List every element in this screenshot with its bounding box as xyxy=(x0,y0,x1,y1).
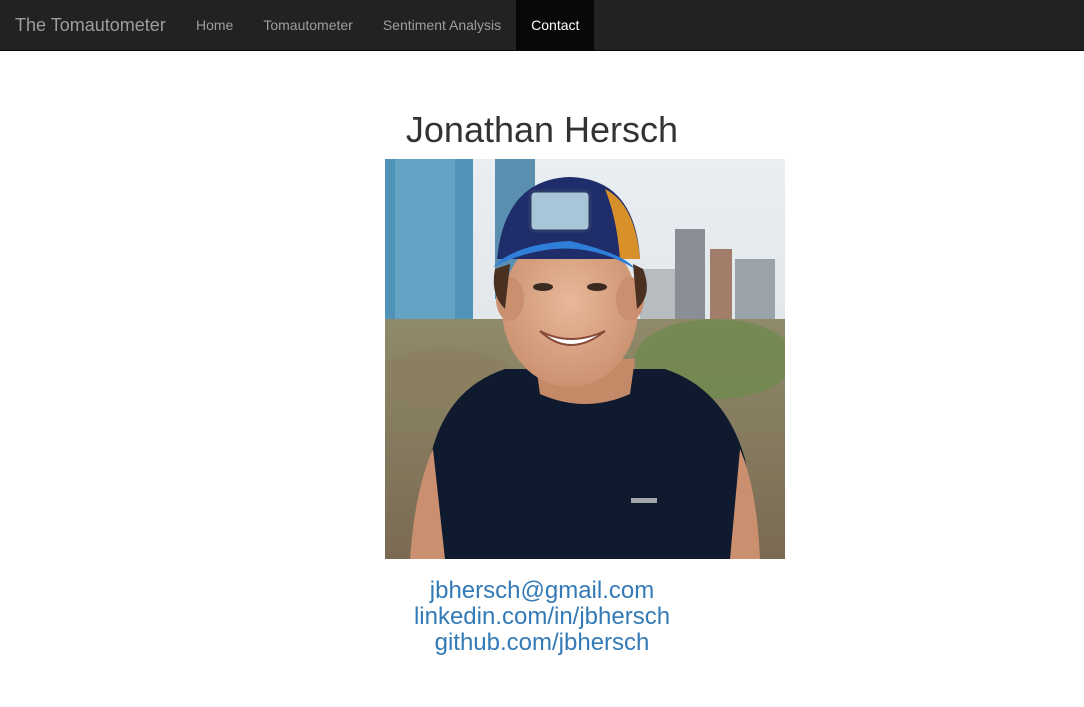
navbar-brand[interactable]: The Tomautometer xyxy=(15,0,166,50)
nav-item-sentiment-analysis[interactable]: Sentiment Analysis xyxy=(368,0,516,50)
contact-name: Jonathan Hersch xyxy=(405,109,679,150)
linkedin-link[interactable]: linkedin.com/in/jbhersch xyxy=(0,604,1084,630)
nav-menu: Home Tomautometer Sentiment Analysis Con… xyxy=(181,0,595,50)
top-navbar: The Tomautometer Home Tomautometer Senti… xyxy=(0,0,1084,51)
nav-item-tomautometer[interactable]: Tomautometer xyxy=(248,0,367,50)
email-link[interactable]: jbhersch@gmail.com xyxy=(0,578,1084,604)
nav-item-contact[interactable]: Contact xyxy=(516,0,595,50)
contact-links: jbhersch@gmail.com linkedin.com/in/jbher… xyxy=(0,578,1084,656)
nav-item-home[interactable]: Home xyxy=(181,0,248,50)
profile-photo xyxy=(385,159,785,559)
github-link[interactable]: github.com/jbhersch xyxy=(0,630,1084,656)
